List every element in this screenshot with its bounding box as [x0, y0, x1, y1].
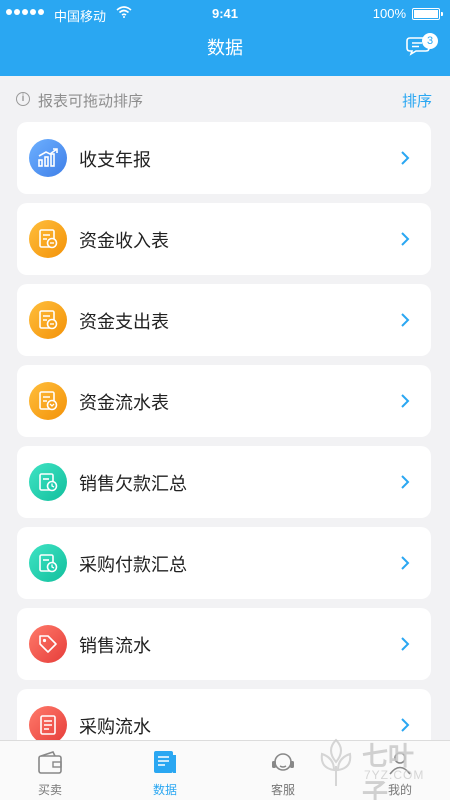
report-item-sales-flow[interactable]: 销售流水	[17, 608, 431, 680]
chevron-right-icon	[401, 556, 410, 570]
purchase-list-icon	[29, 706, 67, 740]
purchase-payment-icon	[29, 544, 67, 582]
chevron-right-icon	[401, 718, 410, 732]
status-bar: 中国移动 9:41 100%	[0, 0, 450, 28]
battery-percent: 100%	[372, 6, 406, 21]
watermark-logo: 七叶子 7YZ.COM	[312, 734, 432, 800]
tab-trade[interactable]: 买卖	[0, 741, 100, 800]
chart-growth-icon	[29, 139, 67, 177]
report-label: 采购流水	[79, 717, 151, 737]
sort-hint-text: 报表可拖动排序	[38, 93, 144, 110]
info-icon: i	[16, 92, 30, 106]
report-label: 资金收入表	[79, 231, 169, 251]
report-label: 销售欠款汇总	[79, 474, 187, 494]
app-header: 中国移动 9:41 100% 数据 3	[0, 0, 450, 76]
report-item-income[interactable]: 资金收入表	[17, 203, 431, 275]
sort-hint-bar: i 报表可拖动排序 排序	[0, 76, 450, 120]
report-label: 资金支出表	[79, 312, 169, 332]
report-item-purchase-payment[interactable]: 采购付款汇总	[17, 527, 431, 599]
chevron-right-icon	[401, 637, 410, 651]
chevron-right-icon	[401, 313, 410, 327]
sort-button[interactable]: 排序	[402, 90, 432, 111]
cashflow-ledger-icon	[29, 382, 67, 420]
chevron-right-icon	[401, 151, 410, 165]
report-label: 资金流水表	[79, 393, 169, 413]
watermark-sub: 7YZ.COM	[364, 768, 425, 782]
report-item-expense[interactable]: 资金支出表	[17, 284, 431, 356]
wallet-icon	[38, 751, 62, 774]
tab-label: 买卖	[37, 783, 62, 797]
sales-debt-icon	[29, 463, 67, 501]
chevron-right-icon	[401, 394, 410, 408]
tab-label: 数据	[152, 783, 177, 797]
page-title: 数据	[207, 38, 243, 58]
report-label: 销售流水	[79, 636, 151, 656]
message-count-badge: 3	[422, 33, 438, 49]
headset-icon	[272, 753, 294, 771]
income-ledger-icon	[29, 220, 67, 258]
report-item-purchase-flow[interactable]: 采购流水	[17, 689, 431, 740]
sales-tag-icon	[29, 625, 67, 663]
report-item-annual[interactable]: 收支年报	[17, 122, 431, 194]
report-label: 收支年报	[79, 150, 151, 170]
battery-icon	[412, 8, 443, 20]
data-icon	[154, 751, 176, 773]
tab-data[interactable]: 数据	[115, 741, 215, 800]
report-list: i 报表可拖动排序 排序 收支年报 资金收入表 资金支出表 资金流水表 销售欠款…	[0, 0, 450, 740]
chevron-right-icon	[401, 475, 410, 489]
message-button[interactable]: 3	[406, 33, 438, 58]
report-label: 采购付款汇总	[79, 555, 187, 575]
leaf-logo-icon	[320, 738, 352, 786]
report-item-cashflow[interactable]: 资金流水表	[17, 365, 431, 437]
report-item-sales-debt[interactable]: 销售欠款汇总	[17, 446, 431, 518]
chevron-right-icon	[401, 232, 410, 246]
expense-ledger-icon	[29, 301, 67, 339]
